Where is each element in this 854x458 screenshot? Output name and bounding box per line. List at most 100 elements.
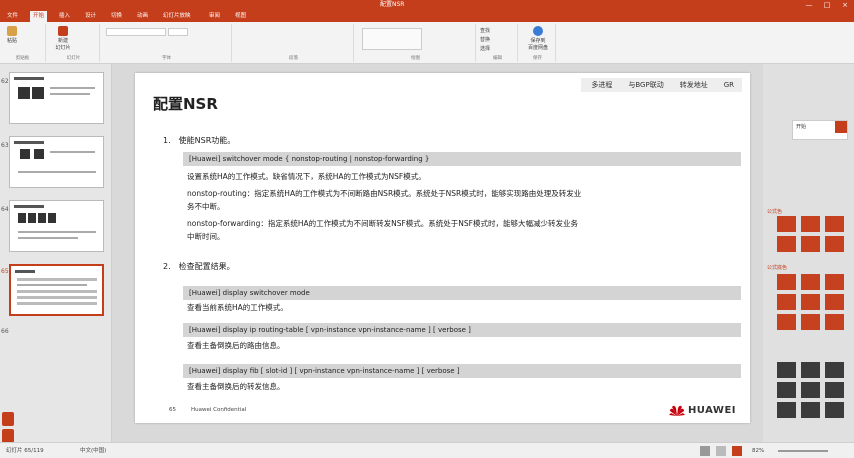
cloud-icon bbox=[533, 26, 543, 36]
zoom-level[interactable]: 82% bbox=[752, 443, 764, 458]
presentation-app: 配置NSR — □ × 文件 开始 插入 设计 切换 动画 幻灯片放映 审阅 视… bbox=[0, 0, 854, 458]
paragraph: 中断时间。 bbox=[187, 232, 225, 241]
slide-thumbnails-pane: 62 63 64 65 66 bbox=[0, 64, 112, 458]
save-to-cloud-button[interactable]: 保存到 百度网盘 bbox=[523, 26, 553, 51]
style-swatch[interactable] bbox=[777, 362, 796, 378]
page-number: 65 bbox=[169, 407, 176, 413]
ribbon-group-slides: 新建 幻灯片 幻灯片 bbox=[48, 24, 100, 62]
find-button[interactable]: 查找 bbox=[480, 27, 514, 34]
tab-slideshow[interactable]: 幻灯片放映 bbox=[160, 11, 194, 22]
tab-design[interactable]: 设计 bbox=[82, 11, 99, 22]
ribbon-group-save: 保存到 百度网盘 保存 bbox=[520, 24, 556, 62]
style-swatch[interactable] bbox=[825, 314, 844, 330]
ribbon-tabs: 文件 开始 插入 设计 切换 动画 幻灯片放映 审阅 视图 bbox=[0, 10, 854, 22]
paste-icon bbox=[7, 26, 17, 36]
tab-review[interactable]: 审阅 bbox=[206, 11, 223, 22]
floating-button[interactable] bbox=[2, 412, 14, 426]
ribbon-group-paragraph: 段落 bbox=[234, 24, 354, 62]
close-button[interactable]: × bbox=[836, 0, 854, 10]
paragraph: nonstop-forwarding：指定系统HA的工作模式为不间断转发NSF模… bbox=[187, 219, 578, 228]
ribbon-group-clipboard: 粘贴 剪贴板 bbox=[0, 24, 46, 62]
normal-view-icon[interactable] bbox=[700, 446, 710, 456]
paragraph: 查看主备倒换后的转发信息。 bbox=[187, 382, 285, 391]
status-bar: 幻灯片 65/119 中文(中国) 82% bbox=[0, 442, 854, 458]
slide-counter: 幻灯片 65/119 bbox=[6, 448, 44, 454]
tab-insert[interactable]: 插入 bbox=[56, 11, 73, 22]
font-size-select[interactable] bbox=[168, 28, 188, 36]
paragraph: nonstop-routing：指定系统HA的工作模式为不间断路由NSR模式。系… bbox=[187, 189, 582, 198]
shapes-gallery[interactable] bbox=[362, 28, 422, 50]
style-swatch[interactable] bbox=[825, 216, 844, 232]
tab-transitions[interactable]: 切换 bbox=[108, 11, 125, 22]
style-swatch[interactable] bbox=[825, 294, 844, 310]
ribbon-group-drawing: 绘图 bbox=[356, 24, 476, 62]
style-swatch[interactable] bbox=[801, 362, 820, 378]
qr-image bbox=[34, 149, 44, 159]
language-indicator: 中文(中国) bbox=[80, 448, 107, 454]
note-box[interactable]: 开始 bbox=[792, 120, 848, 140]
new-slide-icon bbox=[58, 26, 68, 36]
style-swatch[interactable] bbox=[825, 362, 844, 378]
qr-image bbox=[32, 87, 44, 99]
style-swatch[interactable] bbox=[801, 402, 820, 418]
minimize-button[interactable]: — bbox=[800, 0, 818, 10]
replace-button[interactable]: 替换 bbox=[480, 36, 514, 43]
slide-sorter-icon[interactable] bbox=[716, 446, 726, 456]
style-swatch[interactable] bbox=[777, 274, 796, 290]
slide-thumbnail[interactable] bbox=[9, 200, 104, 252]
style-swatch[interactable] bbox=[777, 402, 796, 418]
ribbon-group-editing: 查找 替换 选择 编辑 bbox=[478, 24, 518, 62]
section-heading: 1. 使能NSR功能。 bbox=[163, 136, 236, 145]
paragraph-buttons[interactable] bbox=[238, 28, 338, 36]
tab-view[interactable]: 视图 bbox=[232, 11, 249, 22]
tab-animations[interactable]: 动画 bbox=[134, 11, 151, 22]
confidential-label: Huawei Confidential bbox=[191, 407, 247, 413]
style-swatch[interactable] bbox=[777, 236, 796, 252]
paragraph: 查看主备倒换后的路由信息。 bbox=[187, 341, 285, 350]
slide-title: 配置NSR bbox=[153, 95, 218, 113]
command-box: [Huawei] display fib [ slot-id ] [ vpn-i… bbox=[183, 364, 741, 378]
paragraph: 务不中断。 bbox=[187, 202, 225, 211]
font-name-select[interactable] bbox=[106, 28, 166, 36]
command-box: [Huawei] switchover mode { nonstop-routi… bbox=[183, 152, 741, 166]
section-heading: 2. 检查配置结果。 bbox=[163, 262, 235, 271]
style-swatch[interactable] bbox=[801, 294, 820, 310]
paragraph: 查看当前系统HA的工作模式。 bbox=[187, 303, 288, 312]
slideshow-icon[interactable] bbox=[732, 446, 742, 456]
title-bar: 配置NSR — □ × bbox=[0, 0, 854, 10]
style-swatch[interactable] bbox=[777, 382, 796, 398]
style-swatch[interactable] bbox=[777, 294, 796, 310]
font-format-buttons[interactable] bbox=[106, 40, 216, 48]
style-swatch[interactable] bbox=[801, 236, 820, 252]
style-swatch[interactable] bbox=[801, 314, 820, 330]
slide-canvas[interactable]: 多进程 与BGP联动 转发地址 GR 配置NSR 1. 使能NSR功能。 [Hu… bbox=[135, 73, 750, 423]
style-swatch[interactable] bbox=[777, 216, 796, 232]
huawei-flower-icon bbox=[668, 405, 685, 416]
slide-thumbnail-selected[interactable] bbox=[9, 264, 104, 316]
select-button[interactable]: 选择 bbox=[480, 45, 514, 52]
style-swatch[interactable] bbox=[801, 382, 820, 398]
command-box: [Huawei] display switchover mode bbox=[183, 286, 741, 300]
style-swatch[interactable] bbox=[777, 314, 796, 330]
style-swatch[interactable] bbox=[825, 236, 844, 252]
slide-thumbnail[interactable] bbox=[9, 136, 104, 188]
style-swatch[interactable] bbox=[825, 382, 844, 398]
style-swatch[interactable] bbox=[801, 274, 820, 290]
floating-button[interactable] bbox=[2, 429, 14, 443]
zoom-slider[interactable] bbox=[778, 450, 828, 452]
close-note-button[interactable] bbox=[835, 121, 847, 133]
paragraph: 设置系统HA的工作模式。缺省情况下，系统HA的工作模式为NSF模式。 bbox=[187, 172, 426, 181]
ribbon-group-font: 字体 bbox=[102, 24, 232, 62]
tab-home[interactable]: 开始 bbox=[30, 11, 48, 22]
command-box: [Huawei] display ip routing-table [ vpn-… bbox=[183, 323, 741, 337]
style-swatch[interactable] bbox=[825, 274, 844, 290]
tab-file[interactable]: 文件 bbox=[4, 11, 21, 22]
slide-thumbnail[interactable] bbox=[9, 72, 104, 124]
style-swatch[interactable] bbox=[801, 216, 820, 232]
right-side-panel: 开始 公式色 公式底色 bbox=[763, 64, 854, 442]
new-slide-button[interactable]: 新建 幻灯片 bbox=[52, 26, 74, 51]
slide-top-nav: 多进程 与BGP联动 转发地址 GR bbox=[581, 78, 742, 92]
maximize-button[interactable]: □ bbox=[818, 0, 836, 10]
paste-button[interactable]: 粘贴 bbox=[4, 26, 20, 44]
style-swatch[interactable] bbox=[825, 402, 844, 418]
